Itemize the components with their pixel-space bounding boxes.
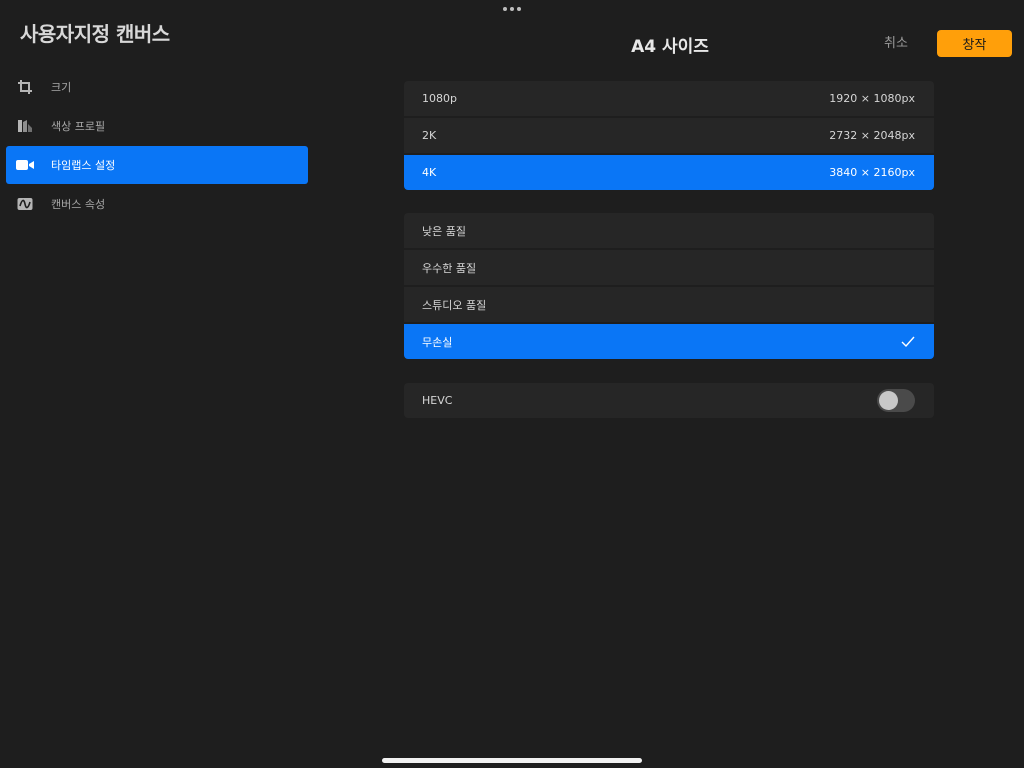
resolution-group: 1080p 1920 × 1080px 2K 2732 × 2048px 4K …	[404, 81, 934, 190]
sidebar-item-timelapse-settings[interactable]: 타임랩스 설정	[6, 146, 308, 184]
option-value: 2732 × 2048px	[829, 129, 915, 142]
multitasking-dots-icon[interactable]	[500, 4, 524, 14]
sidebar: 크기 색상 프로필 타임랩스 설정 캔버스 속성	[6, 68, 308, 224]
hevc-row: HEVC	[404, 383, 934, 418]
quality-option-low[interactable]: 낮은 품질	[404, 213, 934, 248]
option-label: 낮은 품질	[422, 224, 466, 238]
option-label: 스튜디오 품질	[422, 298, 487, 312]
sidebar-item-color-profile[interactable]: 색상 프로필	[6, 107, 308, 145]
sidebar-item-size[interactable]: 크기	[6, 68, 308, 106]
hevc-label: HEVC	[422, 394, 453, 407]
checkmark-icon	[901, 336, 915, 348]
sidebar-item-label: 색상 프로필	[51, 120, 106, 133]
quality-option-studio[interactable]: 스튜디오 품질	[404, 287, 934, 322]
color-profile-icon	[16, 118, 34, 134]
option-label: 1080p	[422, 92, 457, 105]
canvas-properties-icon	[16, 196, 34, 212]
video-camera-icon	[16, 157, 34, 173]
sidebar-title: 사용자지정 캔버스	[20, 22, 170, 46]
option-label: 2K	[422, 129, 437, 142]
option-value: 1920 × 1080px	[829, 92, 915, 105]
page-title: A4 사이즈	[631, 37, 709, 57]
option-value: 3840 × 2160px	[829, 166, 915, 179]
home-indicator[interactable]	[382, 758, 642, 763]
hevc-toggle[interactable]	[877, 389, 915, 412]
quality-group: 낮은 품질 우수한 품질 스튜디오 품질 무손실	[404, 213, 934, 359]
resolution-option-2k[interactable]: 2K 2732 × 2048px	[404, 118, 934, 153]
toggle-knob	[879, 391, 898, 410]
sidebar-item-label: 크기	[51, 81, 72, 94]
option-label: 우수한 품질	[422, 261, 477, 275]
sidebar-item-canvas-properties[interactable]: 캔버스 속성	[6, 185, 308, 223]
crop-icon	[16, 79, 34, 95]
hevc-group: HEVC	[404, 383, 934, 418]
option-label: 무손실	[422, 335, 453, 349]
sidebar-item-label: 캔버스 속성	[51, 198, 106, 211]
create-button[interactable]: 창작	[937, 30, 1012, 57]
resolution-option-1080p[interactable]: 1080p 1920 × 1080px	[404, 81, 934, 116]
option-label: 4K	[422, 166, 437, 179]
cancel-button[interactable]: 취소	[876, 32, 916, 51]
quality-option-excellent[interactable]: 우수한 품질	[404, 250, 934, 285]
quality-option-lossless[interactable]: 무손실	[404, 324, 934, 359]
sidebar-item-label: 타임랩스 설정	[51, 159, 116, 172]
resolution-option-4k[interactable]: 4K 3840 × 2160px	[404, 155, 934, 190]
